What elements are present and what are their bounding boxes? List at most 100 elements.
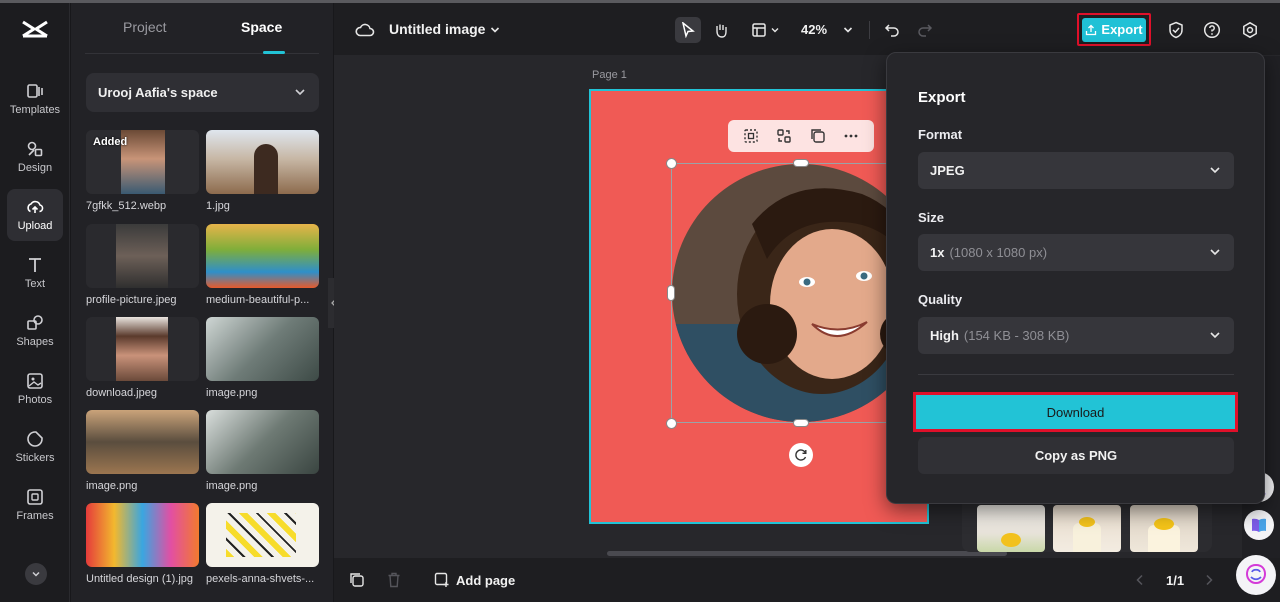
upload-panel: Project Space Urooj Aafia's space Added … — [71, 3, 333, 602]
media-item[interactable]: image.png — [206, 410, 319, 492]
resize-handle-top[interactable] — [793, 159, 809, 167]
rail-item-photos[interactable]: Photos — [7, 363, 63, 415]
trash-icon[interactable] — [381, 567, 407, 593]
space-selector[interactable]: Urooj Aafia's space — [86, 73, 319, 112]
download-label: Download — [1046, 404, 1105, 420]
rail-item-label: Text — [24, 278, 46, 290]
chevron-down-icon — [1210, 332, 1220, 339]
media-item[interactable]: profile-picture.jpeg — [86, 224, 199, 306]
media-filename: pexels-anna-shvets-... — [206, 573, 315, 585]
next-page-icon[interactable] — [1196, 567, 1222, 593]
resize-handle-top-left[interactable] — [666, 158, 677, 169]
media-item[interactable]: medium-beautiful-p... — [206, 224, 319, 306]
quality-value: High — [930, 328, 959, 343]
media-item[interactable]: image.png — [206, 317, 319, 399]
crop-icon[interactable] — [743, 128, 759, 144]
help-icon[interactable] — [1199, 17, 1225, 43]
size-select[interactable]: 1x (1080 x 1080 px) — [918, 234, 1234, 271]
media-thumbnail — [86, 410, 199, 474]
duplicate-icon[interactable] — [810, 128, 826, 144]
book-icon[interactable] — [1244, 510, 1274, 540]
add-page-button[interactable]: Add page — [434, 572, 515, 588]
horizontal-scrollbar[interactable] — [607, 551, 1007, 556]
replace-icon[interactable] — [776, 128, 792, 144]
title-chevron-down-icon[interactable] — [482, 17, 508, 43]
media-filename: download.jpeg — [86, 387, 157, 399]
download-button[interactable]: Download — [916, 395, 1235, 429]
prev-page-icon[interactable] — [1127, 567, 1153, 593]
tab-space[interactable]: Space — [241, 19, 282, 35]
rail-item-frames[interactable]: Frames — [7, 479, 63, 531]
photos-icon — [27, 373, 43, 389]
added-badge: Added — [93, 136, 128, 148]
zoom-level[interactable]: 42% — [801, 22, 827, 37]
quality-detail: (154 KB - 308 KB) — [963, 328, 1070, 343]
zoom-chevron-down-icon[interactable] — [835, 17, 861, 43]
tab-project[interactable]: Project — [123, 19, 167, 35]
select-tool-icon[interactable] — [675, 17, 701, 43]
stickers-icon — [27, 431, 43, 447]
suggestion-thumbnail[interactable] — [1053, 505, 1121, 552]
copy-as-png-button[interactable]: Copy as PNG — [918, 437, 1234, 474]
rail-item-text[interactable]: Text — [7, 247, 63, 299]
resize-handle-bottom[interactable] — [793, 419, 809, 427]
rail-more-button[interactable] — [25, 563, 47, 585]
shapes-icon — [27, 315, 43, 330]
shield-icon[interactable] — [1163, 17, 1189, 43]
ai-assistant-icon[interactable] — [1236, 555, 1276, 595]
media-filename: image.png — [206, 480, 258, 492]
hand-tool-icon[interactable] — [708, 17, 734, 43]
element-context-toolbar — [728, 120, 874, 152]
media-thumbnail — [206, 503, 319, 567]
rail-item-label: Design — [17, 162, 53, 174]
rail-item-upload[interactable]: Upload — [7, 189, 63, 241]
rotate-handle[interactable] — [789, 443, 813, 467]
rail-item-label: Shapes — [16, 336, 54, 348]
format-value: JPEG — [930, 163, 965, 178]
suggestion-thumbnail[interactable] — [977, 505, 1045, 552]
format-select[interactable]: JPEG — [918, 152, 1234, 189]
download-highlight: Download — [913, 392, 1238, 432]
rail-item-templates[interactable]: Templates — [7, 73, 63, 125]
suggestion-thumbnail[interactable] — [1130, 505, 1198, 552]
page-counter: 1/1 — [1166, 573, 1185, 588]
media-item[interactable]: Untitled design (1).jpg — [86, 503, 199, 585]
toolbar-divider — [869, 21, 870, 39]
cloud-save-icon[interactable] — [352, 17, 378, 43]
redo-icon[interactable] — [912, 17, 938, 43]
document-title[interactable]: Untitled image — [389, 21, 485, 37]
upload-icon — [27, 200, 44, 213]
rail-item-stickers[interactable]: Stickers — [7, 421, 63, 473]
dialog-divider — [918, 374, 1234, 375]
resize-handle-bottom-left[interactable] — [666, 418, 677, 429]
media-item[interactable]: image.png — [86, 410, 199, 492]
media-item[interactable]: pexels-anna-shvets-... — [206, 503, 319, 585]
export-button[interactable]: Export — [1077, 13, 1151, 46]
capcut-logo-icon[interactable] — [20, 17, 50, 43]
media-filename: 1.jpg — [206, 200, 230, 212]
chevron-down-icon — [32, 571, 40, 577]
quality-select[interactable]: High (154 KB - 308 KB) — [918, 317, 1234, 354]
rail-item-label: Photos — [17, 394, 53, 406]
more-options-icon[interactable] — [843, 128, 859, 144]
layout-chevron-down-icon[interactable] — [767, 17, 783, 43]
chevron-down-icon — [1210, 167, 1220, 174]
undo-icon[interactable] — [879, 17, 905, 43]
rail-item-design[interactable]: Design — [7, 131, 63, 183]
rail-item-label: Templates — [9, 104, 61, 116]
media-item[interactable]: Added 7gfkk_512.webp — [86, 130, 199, 212]
top-toolbar: Untitled image 42% Export — [334, 3, 1280, 55]
export-icon — [1086, 24, 1097, 35]
design-icon — [27, 141, 43, 157]
left-rail: Templates Design Upload Text Shapes Phot… — [0, 3, 70, 602]
media-item[interactable]: 1.jpg — [206, 130, 319, 212]
media-thumbnail — [86, 224, 199, 288]
rail-item-shapes[interactable]: Shapes — [7, 305, 63, 357]
duplicate-page-icon[interactable] — [344, 567, 370, 593]
export-label: Export — [1101, 22, 1143, 37]
media-item[interactable]: download.jpeg — [86, 317, 199, 399]
resize-handle-left[interactable] — [667, 285, 675, 301]
gear-icon[interactable] — [1237, 17, 1263, 43]
bottom-toolbar: Add page 1/1 — [334, 558, 1280, 602]
page-label: Page 1 — [592, 69, 627, 81]
